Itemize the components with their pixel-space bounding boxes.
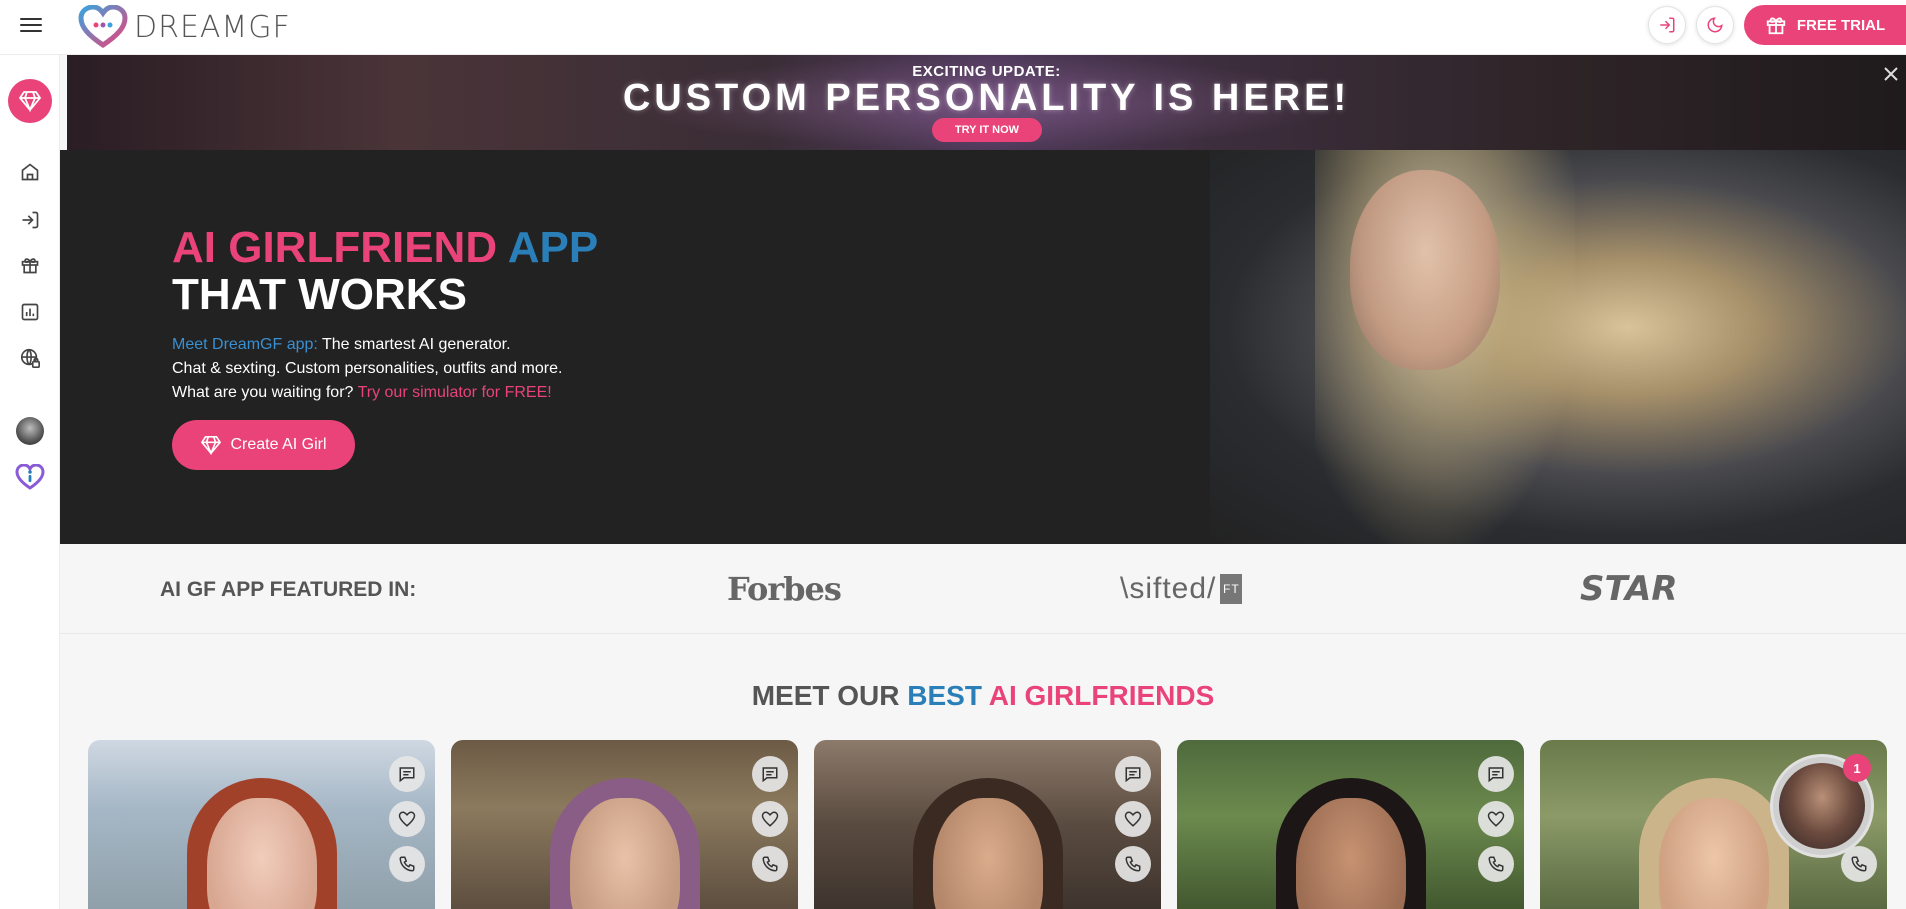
sidebar-avatar[interactable] xyxy=(16,417,44,445)
hero-desc-line3: What are you waiting for? xyxy=(172,384,354,401)
press-logo-forbes[interactable]: Forbes xyxy=(727,566,842,612)
hero-description: Meet DreamGF app: The smartest AI genera… xyxy=(172,333,562,405)
create-ai-girl-button[interactable]: Create AI Girl xyxy=(172,420,355,470)
phone-icon xyxy=(1488,856,1504,872)
card-call-button[interactable] xyxy=(1478,846,1514,882)
logo-text: DREAMGF xyxy=(134,9,291,45)
press-logo-sifted[interactable]: \sifted/ FT xyxy=(1120,566,1243,612)
banner-cta-button[interactable]: TRY IT NOW xyxy=(932,118,1042,142)
hero-title-line2: THAT WORKS xyxy=(172,270,467,319)
card-image-face xyxy=(206,798,317,909)
section-title-part1: MEET OUR xyxy=(751,680,900,711)
card-call-button[interactable] xyxy=(389,846,425,882)
banner-close-button[interactable] xyxy=(1880,63,1902,85)
phone-icon xyxy=(1125,856,1141,872)
heart-icon xyxy=(1124,811,1142,827)
featured-in-section: AI GF APP FEATURED IN: Forbes \sifted/ F… xyxy=(60,544,1906,634)
card-image-face xyxy=(569,798,680,909)
sidebar-item-stats[interactable] xyxy=(18,300,42,324)
free-trial-button[interactable]: FREE TRIAL xyxy=(1744,5,1906,45)
sidebar-item-home[interactable] xyxy=(18,160,42,184)
globe-lock-icon xyxy=(20,348,40,368)
login-icon xyxy=(22,211,39,229)
sidebar-item-gift[interactable] xyxy=(18,253,42,277)
card-image-face xyxy=(932,798,1043,909)
login-button[interactable] xyxy=(1648,6,1686,44)
hero-title-part1: AI GIRLFRIEND xyxy=(172,223,498,272)
logo[interactable]: DREAMGF xyxy=(78,5,291,49)
best-girlfriends-title: MEET OUR BEST AI GIRLFRIENDS xyxy=(60,680,1906,712)
girlfriend-card[interactable] xyxy=(814,740,1161,909)
heart-icon xyxy=(1487,811,1505,827)
heart-icon xyxy=(398,811,416,827)
sifted-text: \sifted/ xyxy=(1120,572,1217,605)
card-chat-button[interactable] xyxy=(1478,756,1514,792)
chat-notification-badge: 1 xyxy=(1843,754,1871,782)
hero-image-face xyxy=(1350,170,1500,370)
home-icon xyxy=(21,163,39,181)
hero-desc-line1: The smartest AI generator. xyxy=(317,336,511,353)
gift-icon xyxy=(1766,17,1785,35)
chart-icon xyxy=(21,303,39,321)
section-title-part3: AI GIRLFRIENDS xyxy=(988,680,1215,711)
card-like-button[interactable] xyxy=(389,801,425,837)
phone-icon xyxy=(762,856,778,872)
create-ai-girl-label: Create AI Girl xyxy=(230,436,327,453)
chat-icon xyxy=(399,767,415,783)
card-chat-button[interactable] xyxy=(752,756,788,792)
card-like-button[interactable] xyxy=(752,801,788,837)
top-bar: DREAMGF FREE TRIAL xyxy=(0,0,1906,55)
press-logo-daily-star[interactable]: STAR xyxy=(1580,566,1678,612)
diamond-icon xyxy=(18,91,42,112)
hero-desc-line2: Chat & sexting. Custom personalities, ou… xyxy=(172,360,563,377)
sidebar xyxy=(0,55,60,909)
card-call-button[interactable] xyxy=(752,846,788,882)
login-icon xyxy=(1660,17,1675,33)
hero-desc-lead: Meet DreamGF app: xyxy=(172,336,318,353)
chat-icon xyxy=(762,767,778,783)
chat-icon xyxy=(1125,767,1141,783)
girlfriend-card[interactable] xyxy=(88,740,435,909)
dark-mode-toggle[interactable] xyxy=(1696,6,1734,44)
sidebar-create-button[interactable] xyxy=(8,79,52,123)
promo-banner[interactable]: EXCITING UPDATE: CUSTOM PERSONALITY IS H… xyxy=(67,55,1906,150)
section-title-part2: BEST xyxy=(907,680,982,711)
card-like-button[interactable] xyxy=(1115,801,1151,837)
card-call-button[interactable] xyxy=(1115,846,1151,882)
card-image-face xyxy=(1658,798,1769,909)
girlfriend-card[interactable] xyxy=(451,740,798,909)
hero-title: AI GIRLFRIEND APP THAT WORKS xyxy=(172,224,598,318)
close-icon xyxy=(1884,67,1898,81)
info-heart-icon xyxy=(15,464,45,490)
menu-icon[interactable] xyxy=(20,14,42,34)
hero-title-part2: APP xyxy=(507,223,599,272)
diamond-icon xyxy=(201,436,222,455)
chat-icon xyxy=(1488,767,1504,783)
banner-title: CUSTOM PERSONALITY IS HERE! xyxy=(622,77,1351,119)
moon-icon xyxy=(1707,17,1723,33)
card-chat-button[interactable] xyxy=(1115,756,1151,792)
ft-mark: FT xyxy=(1220,574,1243,604)
phone-icon xyxy=(1851,856,1867,872)
girlfriend-card[interactable] xyxy=(1177,740,1524,909)
sidebar-item-info[interactable] xyxy=(15,463,45,491)
featured-label: AI GF APP FEATURED IN: xyxy=(160,578,417,601)
hero-section: AI GIRLFRIEND APP THAT WORKS Meet DreamG… xyxy=(60,150,1906,544)
free-trial-label: FREE TRIAL xyxy=(1796,16,1886,34)
sidebar-item-login[interactable] xyxy=(18,208,42,232)
hero-desc-link[interactable]: Try our simulator for FREE! xyxy=(353,384,552,401)
gift-icon xyxy=(21,258,39,274)
card-like-button[interactable] xyxy=(1478,801,1514,837)
sidebar-item-privacy[interactable] xyxy=(18,346,42,370)
card-chat-button[interactable] xyxy=(389,756,425,792)
heart-logo-icon xyxy=(78,5,128,49)
phone-icon xyxy=(399,856,415,872)
heart-icon xyxy=(761,811,779,827)
card-image-face xyxy=(1295,798,1406,909)
